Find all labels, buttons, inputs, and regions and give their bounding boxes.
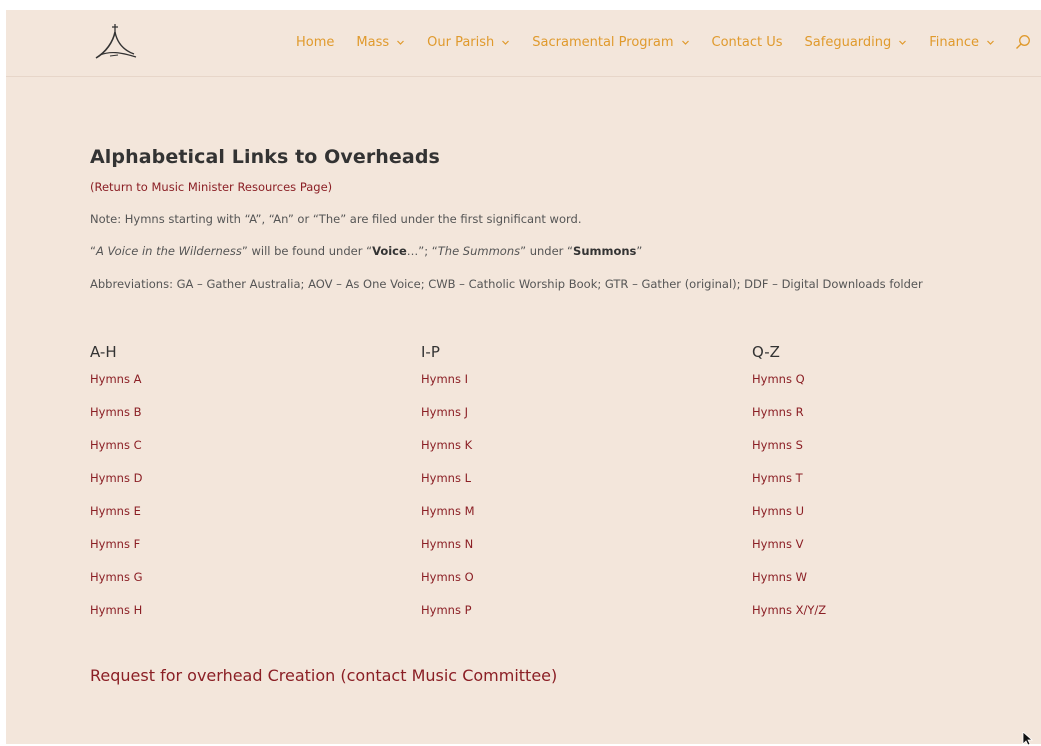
list-item: Hymns V [752,533,1041,566]
hymns-o-link[interactable]: Hymns O [421,570,474,584]
cross-tent-logo[interactable] [92,22,138,62]
hymns-i-link[interactable]: Hymns I [421,372,468,386]
nav-our-parish[interactable]: Our Parish [427,35,510,50]
list-item: Hymns W [752,566,1041,599]
list-item: Hymns J [421,401,721,434]
list-item: Hymns I [421,368,721,401]
hymns-b-link[interactable]: Hymns B [90,405,141,419]
chevron-down-icon [899,40,907,45]
request-overhead-link[interactable]: Request for overhead Creation (contact M… [90,666,557,685]
hymns-j-link[interactable]: Hymns J [421,405,468,419]
list-item: Hymns L [421,467,721,500]
hymns-q-link[interactable]: Hymns Q [752,372,805,386]
hymns-r-link[interactable]: Hymns R [752,405,804,419]
page-title: Alphabetical Links to Overheads [90,146,440,168]
hymns-s-link[interactable]: Hymns S [752,438,803,452]
filing-note: Note: Hymns starting with “A”, “An” or “… [90,212,582,226]
list-item: Hymns R [752,401,1041,434]
list-item: Hymns H [90,599,390,632]
page: Home Mass Our Parish Sacramental Program… [6,10,1041,744]
site-header: Home Mass Our Parish Sacramental Program… [6,10,1041,77]
list-item: Hymns K [421,434,721,467]
hymns-k-link[interactable]: Hymns K [421,438,472,452]
abbreviations-text: Abbreviations: GA – Gather Australia; AO… [90,277,923,291]
hymns-f-link[interactable]: Hymns F [90,537,140,551]
hymns-t-link[interactable]: Hymns T [752,471,803,485]
return-to-resources-link[interactable]: (Return to Music Minister Resources Page… [90,180,990,194]
chevron-down-icon [502,40,510,45]
list-item: Hymns U [752,500,1041,533]
list-item: Hymns E [90,500,390,533]
chevron-down-icon [397,40,405,45]
nav-mass[interactable]: Mass [356,35,405,50]
main-content: Alphabetical Links to Overheads (Return … [90,146,990,291]
search-icon[interactable] [1015,34,1031,50]
nav-home[interactable]: Home [296,35,334,50]
column-heading: Q-Z [752,343,780,361]
list-item: Hymns A [90,368,390,401]
list-item: Hymns F [90,533,390,566]
column-q-z: Q-Z Hymns Q Hymns R Hymns S Hymns T Hymn… [752,343,1041,632]
chevron-down-icon [987,40,994,45]
nav-finance[interactable]: Finance [929,35,995,50]
hymns-h-link[interactable]: Hymns H [90,603,142,617]
hymns-xyz-link[interactable]: Hymns X/Y/Z [752,603,826,617]
list-item: Hymns X/Y/Z [752,599,1041,632]
nav-contact-us[interactable]: Contact Us [712,35,783,50]
hymns-w-link[interactable]: Hymns W [752,570,807,584]
main-nav: Home Mass Our Parish Sacramental Program… [296,34,1031,50]
nav-sacramental-program[interactable]: Sacramental Program [532,35,689,50]
list-item: Hymns G [90,566,390,599]
list-item: Hymns B [90,401,390,434]
column-a-h: A-H Hymns A Hymns B Hymns C Hymns D Hymn… [90,343,390,632]
nav-safeguarding[interactable]: Safeguarding [805,35,908,50]
hymns-d-link[interactable]: Hymns D [90,471,142,485]
hymns-m-link[interactable]: Hymns M [421,504,475,518]
list-item: Hymns M [421,500,721,533]
hymns-c-link[interactable]: Hymns C [90,438,142,452]
hymns-v-link[interactable]: Hymns V [752,537,803,551]
list-item: Hymns T [752,467,1041,500]
column-i-p: I-P Hymns I Hymns J Hymns K Hymns L Hymn… [421,343,721,632]
hymns-g-link[interactable]: Hymns G [90,570,143,584]
list-item: Hymns D [90,467,390,500]
column-heading: I-P [421,343,440,361]
list-item: Hymns P [421,599,721,632]
hymns-u-link[interactable]: Hymns U [752,504,804,518]
list-item: Hymns N [421,533,721,566]
filing-example: “A Voice in the Wilderness” will be foun… [90,244,643,258]
hymns-a-link[interactable]: Hymns A [90,372,141,386]
list-item: Hymns Q [752,368,1041,401]
list-item: Hymns S [752,434,1041,467]
hymns-l-link[interactable]: Hymns L [421,471,471,485]
column-heading: A-H [90,343,117,361]
hymns-n-link[interactable]: Hymns N [421,537,473,551]
chevron-down-icon [681,40,689,45]
list-item: Hymns O [421,566,721,599]
hymns-p-link[interactable]: Hymns P [421,603,472,617]
list-item: Hymns C [90,434,390,467]
hymns-e-link[interactable]: Hymns E [90,504,141,518]
